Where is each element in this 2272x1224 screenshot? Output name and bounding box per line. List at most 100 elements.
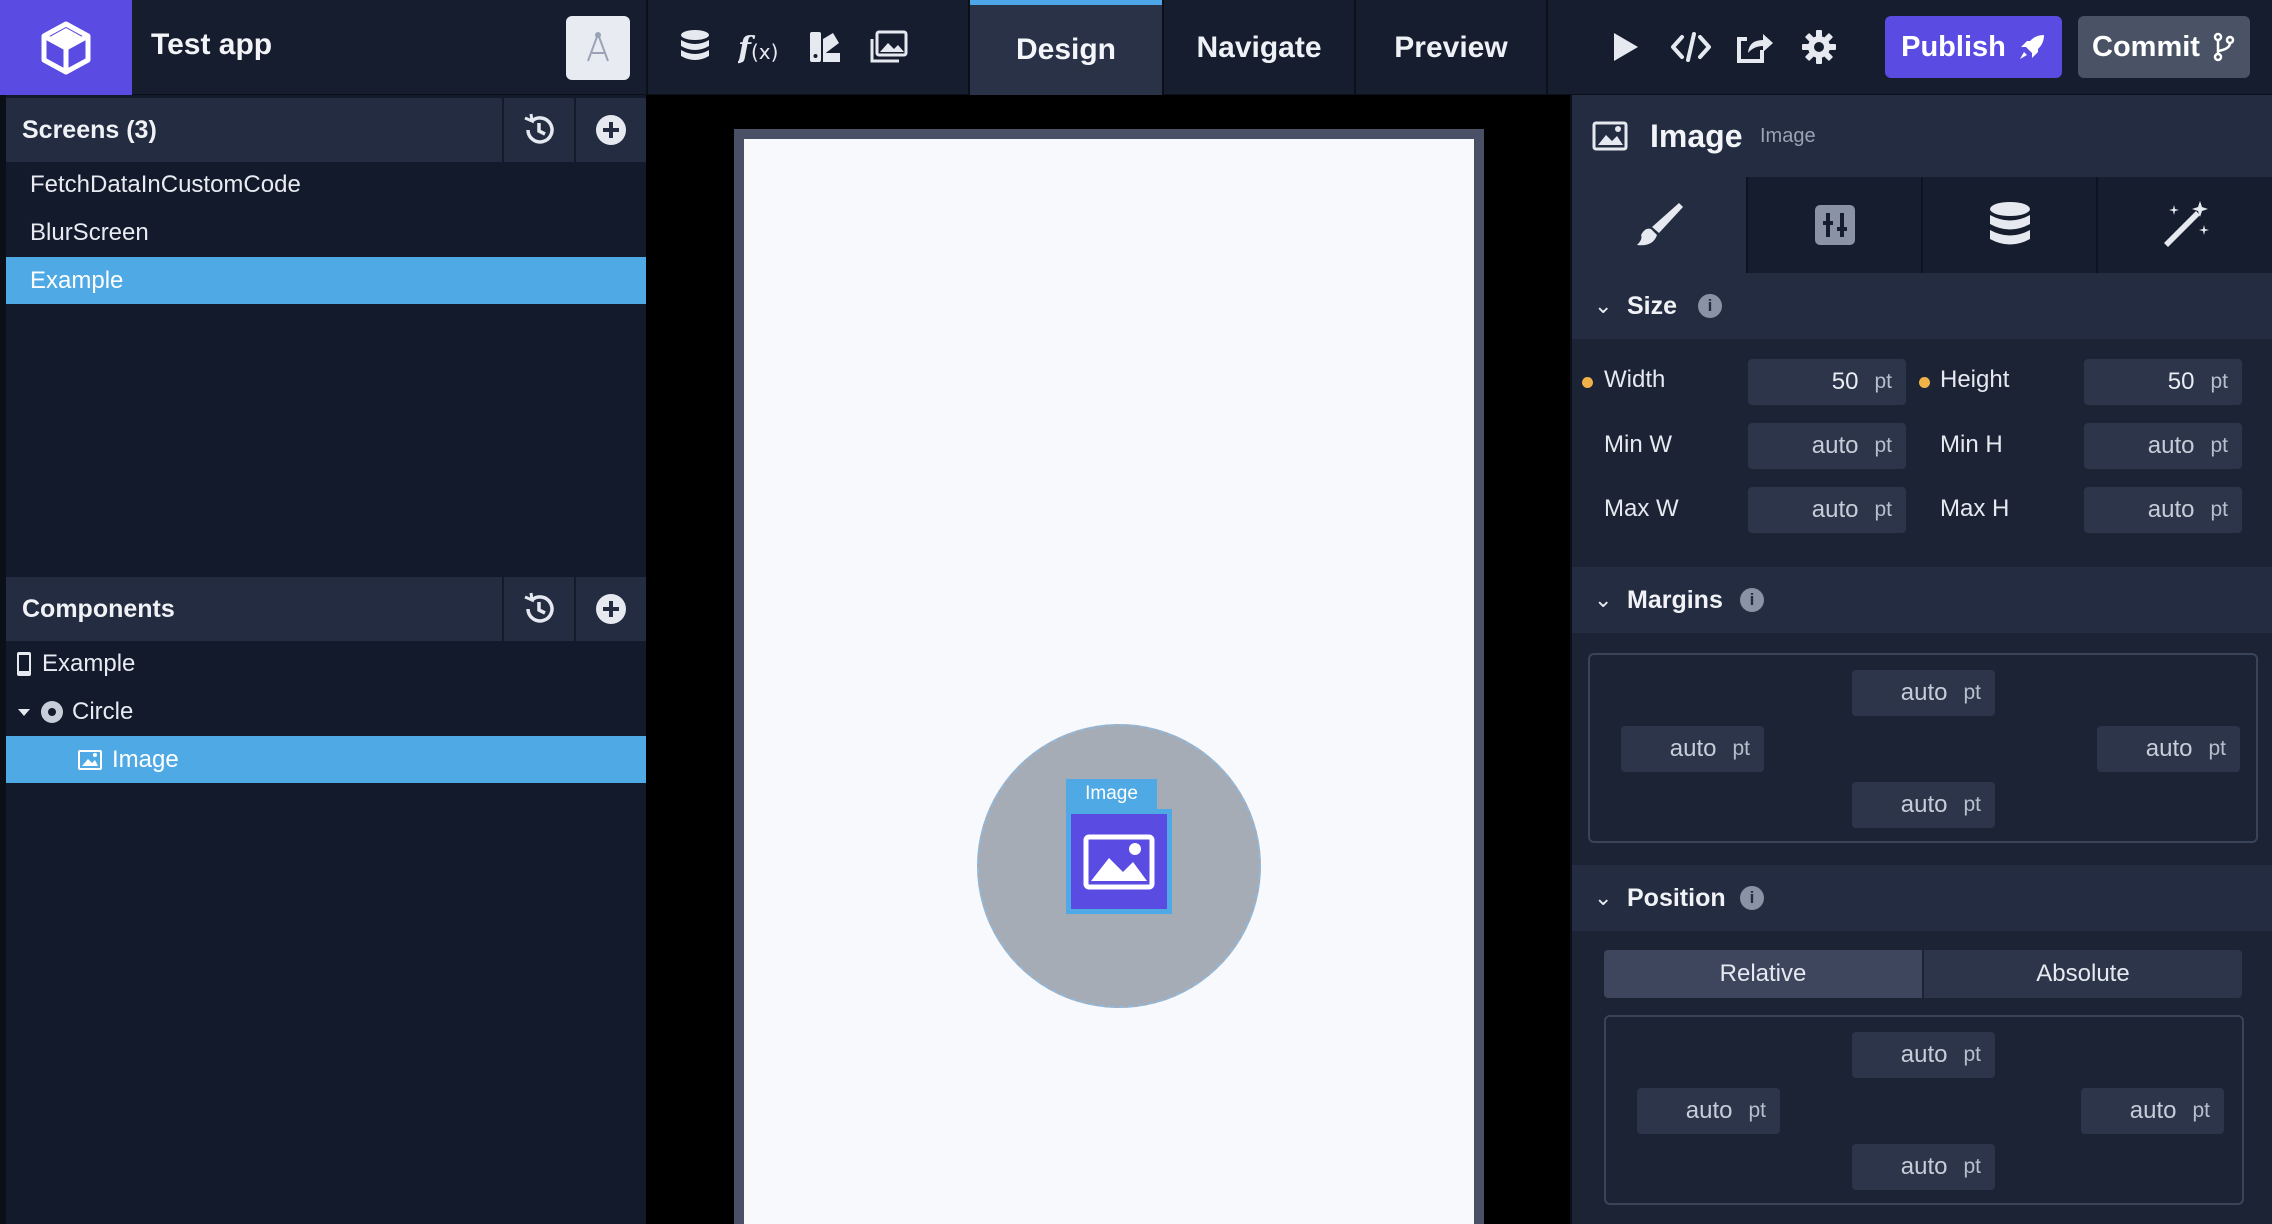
code-icon[interactable] (1666, 22, 1716, 72)
min-width-value: auto (1811, 432, 1859, 459)
height-unit: pt (2210, 370, 2228, 393)
history-icon (524, 592, 554, 623)
min-width-label: Min W (1604, 431, 1672, 458)
margins-title: Margins (1627, 585, 1723, 614)
max-width-unit: pt (1874, 498, 1892, 521)
settings-icon[interactable] (1794, 22, 1844, 72)
play-icon[interactable] (1600, 22, 1650, 72)
info-icon[interactable]: i (1698, 294, 1722, 318)
min-width-field[interactable]: auto pt (1748, 423, 1906, 469)
margin-bottom-field[interactable]: auto pt (1852, 782, 1995, 828)
components-title: Components (22, 594, 175, 623)
size-section-header[interactable]: ⌄ Size i (1572, 273, 2272, 339)
position-section-header[interactable]: ⌄ Position i (1572, 865, 2272, 931)
position-left-value: auto (1685, 1097, 1733, 1124)
media-icon[interactable] (864, 22, 914, 72)
chevron-down-icon: ⌄ (1594, 885, 1613, 910)
pen-tool-icon (587, 32, 609, 62)
screen-item-selected[interactable]: Example (6, 257, 646, 304)
screen-item[interactable]: FetchDataInCustomCode (6, 161, 646, 208)
info-icon[interactable]: i (1740, 886, 1764, 910)
tab-design[interactable]: Design (970, 0, 1162, 95)
margin-right-value: auto (2145, 735, 2193, 762)
max-width-field[interactable]: auto pt (1748, 487, 1906, 533)
share-icon[interactable] (1730, 22, 1780, 72)
margin-left-field[interactable]: auto pt (1621, 726, 1764, 772)
layout-icon (1814, 205, 1855, 245)
app-logo[interactable] (0, 0, 132, 95)
svg-text:(x): (x) (751, 40, 778, 64)
magic-wand-icon (2164, 201, 2209, 247)
theme-icon[interactable] (800, 22, 850, 72)
width-field[interactable]: 50 pt (1748, 359, 1906, 405)
max-height-unit: pt (2210, 498, 2228, 521)
tree-item-example[interactable]: Example (6, 640, 646, 687)
screen-item[interactable]: BlurScreen (6, 209, 646, 256)
unit: pt (2208, 737, 2226, 760)
screens-title: Screens (3) (22, 115, 157, 144)
min-height-value: auto (2147, 432, 2195, 459)
tree-item-circle[interactable]: Circle (6, 688, 646, 735)
margin-right-field[interactable]: auto pt (2097, 726, 2240, 772)
app-name: Test app (151, 28, 273, 61)
tab-navigate[interactable]: Navigate (1164, 0, 1354, 95)
commit-label: Commit (2092, 30, 2200, 63)
publish-label: Publish (1901, 30, 2006, 63)
height-field[interactable]: 50 pt (2084, 359, 2242, 405)
margin-top-field[interactable]: auto pt (1852, 670, 1995, 716)
unit: pt (2192, 1099, 2210, 1122)
divider (1546, 0, 1548, 95)
phone-icon (17, 651, 31, 676)
app-icon-button[interactable] (566, 16, 630, 80)
position-right-field[interactable]: auto pt (2081, 1088, 2224, 1134)
tab-effects[interactable] (2098, 177, 2272, 273)
position-bottom-field[interactable]: auto pt (1852, 1144, 1995, 1190)
image-placeholder-icon (1083, 834, 1155, 889)
database-icon[interactable] (670, 22, 720, 72)
position-title: Position (1627, 883, 1726, 912)
max-height-field[interactable]: auto pt (2084, 487, 2242, 533)
tree-item-image[interactable]: Image (6, 736, 646, 783)
commit-button[interactable]: Commit (2078, 16, 2250, 78)
tab-preview[interactable]: Preview (1356, 0, 1546, 95)
info-icon[interactable]: i (1740, 588, 1764, 612)
plus-circle-icon (596, 594, 626, 624)
add-screen-button[interactable] (574, 98, 646, 162)
position-left-field[interactable]: auto pt (1637, 1088, 1780, 1134)
position-relative-toggle[interactable]: Relative (1604, 950, 1922, 998)
min-height-field[interactable]: auto pt (2084, 423, 2242, 469)
changed-indicator (1582, 377, 1593, 388)
inspector-subtitle: Image (1760, 125, 1816, 147)
tree-item-label: Circle (72, 697, 134, 725)
top-bar: Test app f (x) Design Navigate Preview Pu… (0, 0, 2272, 95)
cube-logo-icon (41, 21, 91, 74)
divider (646, 0, 648, 95)
min-height-unit: pt (2210, 434, 2228, 457)
inspector-tabs (1572, 177, 2272, 273)
publish-button[interactable]: Publish (1885, 16, 2062, 78)
unit: pt (1963, 1043, 1981, 1066)
add-component-button[interactable] (574, 577, 646, 641)
max-height-label: Max H (1940, 495, 2010, 522)
position-absolute-toggle[interactable]: Absolute (1924, 950, 2242, 998)
unit: pt (1963, 793, 1981, 816)
phone-screen[interactable]: Image (744, 139, 1474, 1224)
screens-header: Screens (3) (6, 98, 646, 162)
git-branch-icon (2213, 32, 2235, 62)
image-icon (1592, 121, 1628, 151)
tab-data[interactable] (1923, 177, 2098, 273)
tab-style[interactable] (1572, 177, 1748, 273)
tree-item-label: Example (42, 649, 136, 677)
position-top-field[interactable]: auto pt (1852, 1032, 1995, 1078)
history-button[interactable] (502, 98, 574, 162)
function-icon[interactable]: f (x) (736, 22, 786, 72)
height-label: Height (1940, 366, 2010, 393)
tab-layout[interactable] (1748, 177, 1923, 273)
image-component[interactable] (1066, 809, 1172, 914)
margin-bottom-value: auto (1900, 791, 1948, 818)
brush-icon (1637, 203, 1683, 246)
history-button[interactable] (502, 577, 574, 641)
phone-frame: Image (734, 129, 1484, 1224)
caret-down-icon[interactable] (16, 704, 32, 720)
margins-section-header[interactable]: ⌄ Margins i (1572, 567, 2272, 633)
